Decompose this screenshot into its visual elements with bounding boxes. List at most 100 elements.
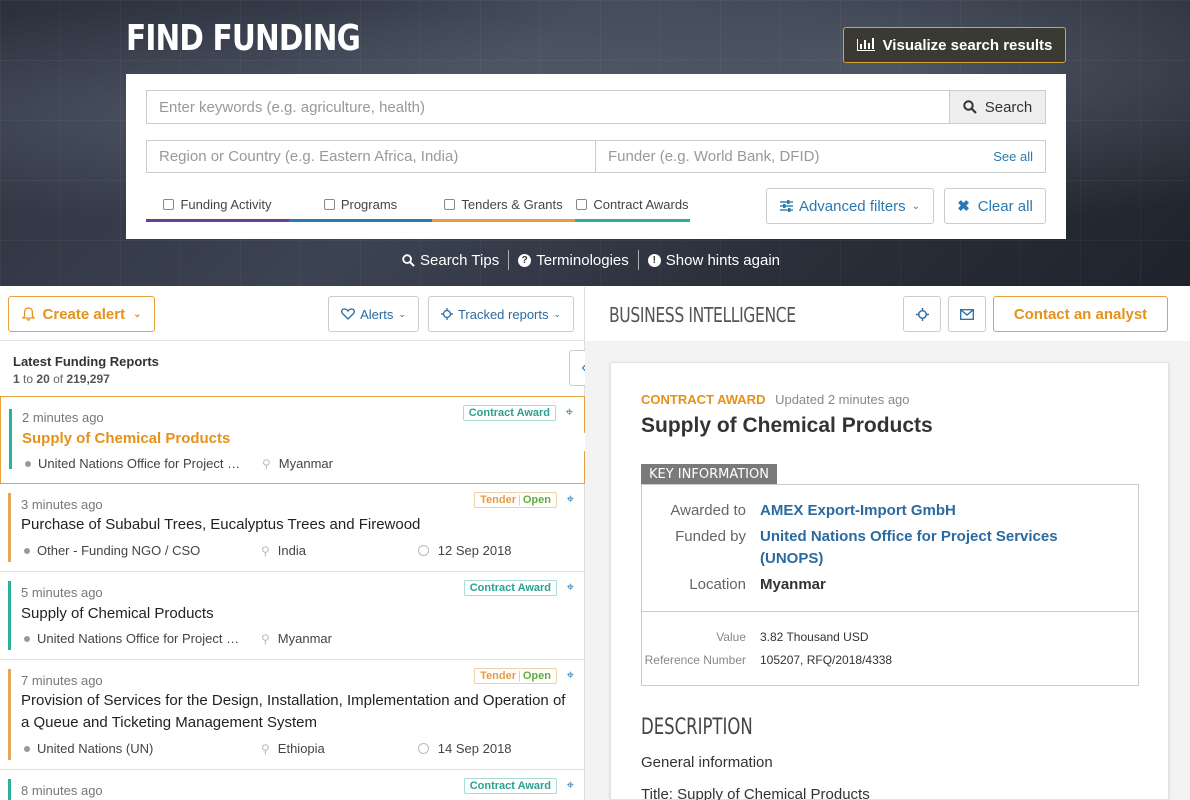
list-item[interactable]: 2 minutes ago Supply of Chemical Product… bbox=[0, 396, 585, 484]
reference-row: Reference Number 105207, RFQ/2018/4338 bbox=[642, 653, 893, 667]
title-line: Title: Supply of Chemical Products bbox=[641, 786, 870, 800]
reference-value: 105207, RFQ/2018/4338 bbox=[760, 653, 893, 667]
divider bbox=[508, 250, 510, 270]
of-word: of bbox=[53, 372, 64, 386]
general-info: General information bbox=[641, 754, 773, 771]
search-icon bbox=[963, 100, 977, 114]
range-from: 1 bbox=[13, 372, 20, 386]
funded-by-line-1: United Nations Office for Project Servic… bbox=[760, 528, 1058, 545]
filter-programs[interactable]: Programs bbox=[289, 194, 432, 222]
checkbox[interactable] bbox=[323, 199, 335, 210]
list-item[interactable]: 8 minutes ago Contract Award ⌖ bbox=[0, 770, 585, 800]
location-pin-icon: ⚲ bbox=[261, 631, 270, 646]
region-input[interactable]: Region or Country (e.g. Eastern Africa, … bbox=[146, 140, 596, 173]
show-hints-link[interactable]: ! Show hints again bbox=[647, 251, 781, 269]
see-all-link[interactable]: See all bbox=[993, 149, 1033, 164]
location-pin-icon: ⚲ bbox=[261, 543, 270, 558]
funder-input[interactable]: Funder (e.g. World Bank, DFID) See all bbox=[595, 140, 1046, 173]
search-button[interactable]: Search bbox=[949, 90, 1046, 124]
list-title: Latest Funding Reports bbox=[13, 354, 159, 369]
location-label: Location bbox=[689, 576, 746, 593]
location-pin-icon: ⚲ bbox=[261, 741, 270, 756]
item-title[interactable]: Supply of Chemical Products bbox=[21, 603, 569, 625]
sliders-icon bbox=[779, 200, 793, 212]
status-badge: Contract Award bbox=[463, 778, 557, 794]
item-time: 2 minutes ago bbox=[22, 410, 104, 425]
badge-type: Tender bbox=[480, 494, 517, 506]
filter-contract-awards[interactable]: Contract Awards bbox=[575, 194, 690, 222]
item-time: 5 minutes ago bbox=[21, 585, 103, 600]
create-alert-label: Create alert bbox=[42, 305, 126, 323]
item-title[interactable]: Provision of Services for the Design, In… bbox=[21, 690, 569, 734]
track-button[interactable] bbox=[903, 296, 941, 332]
clear-all-button[interactable]: ✖ Clear all bbox=[944, 188, 1046, 224]
crosshair-icon bbox=[440, 308, 453, 320]
list-item[interactable]: 5 minutes ago Supply of Chemical Product… bbox=[0, 572, 585, 660]
search-tips-label: Search Tips bbox=[420, 251, 500, 269]
item-location: Myanmar bbox=[277, 631, 332, 646]
visualize-results-button[interactable]: Visualize search results bbox=[843, 27, 1066, 63]
funder-placeholder: Funder (e.g. World Bank, DFID) bbox=[608, 148, 820, 165]
value-row: Value 3.82 Thousand USD bbox=[642, 630, 869, 644]
divider bbox=[637, 250, 639, 270]
crosshair-icon[interactable]: ⌖ bbox=[567, 777, 574, 793]
heart-icon bbox=[341, 308, 356, 320]
list-header: Latest Funding Reports 1 to 20 of 219,29… bbox=[13, 354, 159, 386]
value-label: Value bbox=[716, 630, 746, 644]
keyword-placeholder: Enter keywords (e.g. agriculture, health… bbox=[159, 98, 425, 116]
envelope-icon bbox=[960, 308, 974, 320]
crosshair-icon[interactable]: ⌖ bbox=[567, 579, 574, 595]
checkbox[interactable] bbox=[444, 199, 456, 210]
reference-label: Reference Number bbox=[644, 653, 746, 667]
checkbox[interactable] bbox=[163, 199, 175, 210]
search-tips-link[interactable]: Search Tips bbox=[402, 252, 499, 269]
info-icon: ! bbox=[647, 253, 661, 267]
filter-tabs: Funding Activity Programs Tenders & Gran… bbox=[146, 194, 690, 222]
status-bar bbox=[9, 409, 12, 469]
clock-icon bbox=[417, 743, 429, 754]
visualize-label: Visualize search results bbox=[882, 36, 1053, 54]
crosshair-icon bbox=[915, 307, 929, 321]
chevron-down-icon: ⌄ bbox=[553, 308, 562, 319]
location-pin-icon: ⚲ bbox=[262, 456, 271, 471]
divider bbox=[642, 611, 1138, 612]
value-amount: 3.82 Thousand USD bbox=[760, 630, 869, 644]
list-item[interactable]: 7 minutes ago Provision of Services for … bbox=[0, 660, 585, 770]
tracked-reports-button[interactable]: Tracked reports ⌄ bbox=[428, 296, 574, 332]
description-heading: DESCRIPTION bbox=[641, 715, 753, 740]
terminologies-link[interactable]: ? Terminologies bbox=[518, 252, 629, 269]
alerts-button[interactable]: Alerts ⌄ bbox=[328, 296, 419, 332]
item-org: United Nations Office for Project Servic… bbox=[37, 631, 247, 646]
email-button[interactable] bbox=[948, 296, 986, 332]
chevron-down-icon: ⌄ bbox=[911, 200, 921, 212]
show-hints-label: Show hints again bbox=[665, 251, 781, 269]
clear-all-label: Clear all bbox=[977, 197, 1033, 215]
search-icon bbox=[402, 253, 415, 267]
filter-label: Funding Activity bbox=[180, 197, 272, 212]
contact-analyst-button[interactable]: Contact an analyst bbox=[993, 296, 1168, 332]
keyword-input[interactable]: Enter keywords (e.g. agriculture, health… bbox=[146, 90, 950, 124]
list-item[interactable]: 3 minutes ago Purchase of Subabul Trees,… bbox=[0, 484, 585, 572]
filter-tenders-grants[interactable]: Tenders & Grants bbox=[432, 194, 575, 222]
item-meta: United Nations Office for Project Servic… bbox=[24, 631, 418, 646]
create-alert-button[interactable]: Create alert ⌄ bbox=[8, 296, 155, 332]
search-panel: Enter keywords (e.g. agriculture, health… bbox=[126, 74, 1066, 239]
total-count: 219,297 bbox=[66, 372, 110, 386]
checkbox[interactable] bbox=[576, 199, 588, 210]
crosshair-icon[interactable]: ⌖ bbox=[566, 404, 573, 420]
item-title[interactable]: Purchase of Subabul Trees, Eucalyptus Tr… bbox=[21, 514, 569, 536]
crosshair-icon[interactable]: ⌖ bbox=[567, 667, 574, 683]
awarded-to-row: Awarded to AMEX Export-Import GmbH bbox=[642, 502, 956, 519]
item-org: United Nations Office for Project Servic… bbox=[38, 456, 248, 471]
filter-funding-activity[interactable]: Funding Activity bbox=[146, 194, 289, 222]
advanced-filters-button[interactable]: Advanced filters ⌄ bbox=[766, 188, 934, 224]
funded-by-link[interactable]: United Nations Office for Project Servic… bbox=[760, 526, 1058, 570]
awarded-to-link[interactable]: AMEX Export-Import GmbH bbox=[760, 502, 956, 519]
crosshair-icon[interactable]: ⌖ bbox=[567, 491, 574, 507]
item-title[interactable]: Supply of Chemical Products bbox=[22, 428, 570, 450]
funded-by-label: Funded by bbox=[675, 528, 746, 545]
item-meta: United Nations Office for Project Servic… bbox=[25, 456, 419, 471]
item-org: United Nations (UN) bbox=[37, 741, 154, 756]
section-title: BUSINESS INTELLIGENCE bbox=[609, 303, 796, 327]
item-meta: United Nations (UN) ⚲ Ethiopia 14 Sep 20… bbox=[24, 741, 512, 756]
